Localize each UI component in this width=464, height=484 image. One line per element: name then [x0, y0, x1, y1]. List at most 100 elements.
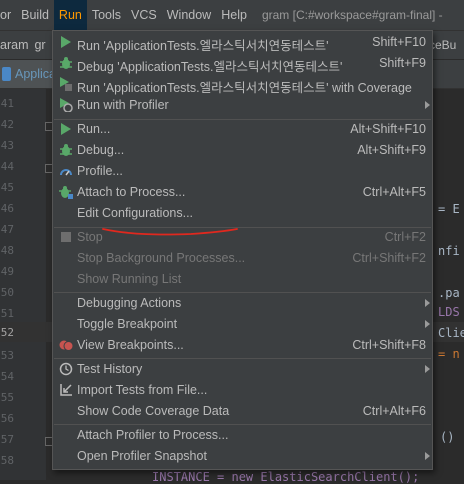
debug-icon	[59, 143, 73, 157]
run-with-coverage-item[interactable]: Run 'ApplicationTests.엘라스틱서치연동테스트' with …	[53, 74, 432, 95]
menu-tools[interactable]: Tools	[87, 0, 126, 30]
import-tests-icon	[59, 383, 73, 397]
line-number: 46	[0, 202, 14, 215]
menu-help[interactable]: Help	[216, 0, 252, 30]
debugging-actions-item[interactable]: Debugging Actions	[53, 293, 432, 314]
run-icon	[59, 35, 73, 49]
profiler-icon	[59, 98, 73, 112]
menu-item-label: Profile...	[77, 164, 123, 178]
submenu-arrow-icon	[425, 452, 430, 460]
debug-item[interactable]: Debug... Alt+Shift+F9	[53, 140, 432, 161]
import-tests-item[interactable]: Import Tests from File...	[53, 380, 432, 401]
code-fragment: = n	[438, 347, 460, 361]
line-number: 56	[0, 412, 14, 425]
breadcrumb-module[interactable]: gr	[28, 38, 45, 52]
attach-to-process-item[interactable]: Attach to Process... Ctrl+Alt+F5	[53, 182, 432, 203]
code-fragment: .pa	[438, 286, 460, 300]
code-fragment: ()	[440, 430, 455, 444]
line-number: 58	[0, 454, 14, 467]
menu-item-label: Import Tests from File...	[77, 383, 208, 397]
menu-run[interactable]: Run	[53, 0, 87, 30]
stop-background-processes-item[interactable]: Stop Background Processes... Ctrl+Shift+…	[53, 248, 432, 269]
menu-item-label: Run...	[77, 122, 111, 136]
menu-item-label: Attach Profiler to Process...	[77, 428, 229, 442]
profile-gauge-icon	[59, 164, 73, 178]
menu-item-label: Stop	[77, 230, 103, 244]
open-profiler-snapshot-item[interactable]: Open Profiler Snapshot	[53, 446, 432, 467]
menu-item-label: Stop Background Processes...	[77, 251, 246, 265]
red-underline-annotation	[102, 228, 238, 236]
menu-item-label: Debug 'ApplicationTests.엘라스틱서치연동테스트'	[77, 60, 343, 74]
menu-item-shortcut: Shift+F9	[379, 56, 426, 70]
menu-item-shortcut: Ctrl+F2	[384, 230, 426, 244]
line-number: 42	[0, 118, 14, 131]
code-fragment: LDS	[438, 305, 460, 319]
show-running-list-item[interactable]: Show Running List	[53, 269, 432, 290]
line-number: 43	[0, 139, 14, 152]
breakpoints-icon	[59, 338, 73, 352]
edit-configurations-item[interactable]: Edit Configurations...	[53, 203, 432, 224]
menu-vcs[interactable]: VCS	[126, 0, 162, 30]
menu-item-shortcut: Ctrl+Shift+F8	[352, 338, 426, 352]
window-title: gram [C:#workspace#gram-final] -	[261, 8, 443, 22]
run-item[interactable]: Run... Alt+Shift+F10	[53, 119, 432, 140]
submenu-arrow-icon	[425, 365, 430, 373]
menu-item-label: Run with Profiler	[77, 98, 169, 112]
menu-item-shortcut: Ctrl+Alt+F6	[362, 404, 426, 418]
menu-build[interactable]: Build	[16, 0, 54, 30]
line-number: 55	[0, 391, 14, 404]
menu-item-label: Run 'ApplicationTests.엘라스틱서치연동테스트' with …	[77, 81, 412, 95]
main-menu-bar: or Build Run Tools VCS Window Help gram …	[0, 0, 464, 31]
menu-item-label: Run 'ApplicationTests.엘라스틱서치연동테스트'	[77, 39, 329, 53]
class-file-icon	[2, 67, 11, 81]
menu-item-label: Debug...	[77, 143, 125, 157]
submenu-arrow-icon	[425, 320, 430, 328]
line-number: 57	[0, 433, 14, 446]
view-breakpoints-item[interactable]: View Breakpoints... Ctrl+Shift+F8	[53, 335, 432, 356]
show-code-coverage-item[interactable]: Show Code Coverage Data Ctrl+Alt+F6	[53, 401, 432, 422]
menu-item-label: Show Running List	[77, 272, 182, 286]
code-line-instance: INSTANCE = new ElasticSearchClient();	[152, 470, 420, 484]
menu-navigate[interactable]: or	[0, 0, 16, 30]
test-history-item[interactable]: Test History	[53, 359, 432, 380]
line-number: 47	[0, 223, 14, 236]
profile-item[interactable]: Profile...	[53, 161, 432, 182]
line-number: 53	[0, 349, 14, 362]
submenu-arrow-icon	[425, 299, 430, 307]
line-number: 48	[0, 244, 14, 257]
menu-item-shortcut: Ctrl+Alt+F5	[362, 185, 426, 199]
run-test-item[interactable]: Run 'ApplicationTests.엘라스틱서치연동테스트' Shift…	[53, 32, 432, 53]
attach-debug-icon	[59, 185, 73, 199]
line-number: 41	[0, 97, 14, 110]
stop-icon	[59, 230, 73, 244]
editor-tab-label: Applica	[15, 67, 56, 81]
line-number: 49	[0, 265, 14, 278]
editor-tab-active[interactable]: Applica	[0, 60, 56, 88]
menu-item-label: Debugging Actions	[77, 296, 182, 310]
line-number: 44	[0, 160, 14, 173]
submenu-arrow-icon	[425, 101, 430, 109]
debug-icon	[59, 56, 73, 70]
breadcrumb-project[interactable]: aram	[0, 38, 28, 52]
line-number: 50	[0, 286, 14, 299]
menu-item-shortcut: Shift+F10	[372, 35, 426, 49]
menu-item-label: Test History	[77, 362, 143, 376]
line-number: 51	[0, 307, 14, 320]
menu-item-shortcut: Alt+Shift+F9	[357, 143, 426, 157]
attach-profiler-item[interactable]: Attach Profiler to Process...	[53, 425, 432, 446]
history-clock-icon	[59, 362, 73, 376]
line-number: 45	[0, 181, 14, 194]
run-icon	[59, 122, 73, 136]
menu-item-label: Edit Configurations...	[77, 206, 194, 220]
coverage-icon	[59, 77, 73, 91]
toggle-breakpoint-item[interactable]: Toggle Breakpoint	[53, 314, 432, 335]
line-number: 54	[0, 370, 14, 383]
code-fragment: = E	[438, 202, 460, 216]
menu-item-shortcut: Alt+Shift+F10	[350, 122, 426, 136]
menu-window[interactable]: Window	[162, 0, 216, 30]
menu-item-label: Open Profiler Snapshot	[77, 449, 207, 463]
run-with-profiler-item[interactable]: Run with Profiler	[53, 95, 432, 116]
debug-test-item[interactable]: Debug 'ApplicationTests.엘라스틱서치연동테스트' Shi…	[53, 53, 432, 74]
menu-item-shortcut: Ctrl+Shift+F2	[352, 251, 426, 265]
menu-item-label: Toggle Breakpoint	[77, 317, 178, 331]
